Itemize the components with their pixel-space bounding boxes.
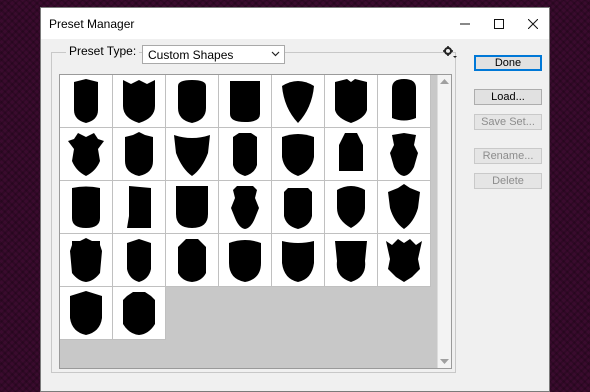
shield-shape-icon bbox=[174, 135, 210, 176]
shield-shape-icon bbox=[233, 133, 257, 176]
preset-group: Preset Type: Custom Shapes bbox=[51, 44, 457, 373]
window-title: Preset Manager bbox=[49, 17, 135, 31]
shield-shape-icon bbox=[178, 239, 206, 282]
gear-icon[interactable] bbox=[443, 45, 457, 59]
maximize-icon bbox=[494, 18, 504, 29]
shape-cell[interactable] bbox=[113, 181, 166, 234]
shield-shape-icon bbox=[282, 81, 314, 123]
shape-cell[interactable] bbox=[113, 287, 166, 340]
maximize-button[interactable] bbox=[482, 8, 516, 39]
shape-cell[interactable] bbox=[272, 234, 325, 287]
shield-shape-icon bbox=[70, 291, 102, 335]
shield-shape-icon bbox=[230, 81, 260, 122]
shield-shape-icon bbox=[231, 186, 259, 229]
shape-cell[interactable] bbox=[60, 181, 113, 234]
title-bar: Preset Manager bbox=[41, 8, 549, 39]
shield-shape-icon bbox=[127, 239, 151, 282]
preset-type-select[interactable]: Custom Shapes bbox=[142, 45, 285, 64]
shape-cell[interactable] bbox=[60, 75, 113, 128]
shield-shape-icon bbox=[123, 292, 155, 335]
shield-shape-icon bbox=[335, 241, 367, 282]
shield-shape-icon bbox=[282, 241, 314, 282]
minimize-button[interactable] bbox=[448, 8, 482, 39]
shape-cell[interactable] bbox=[272, 128, 325, 181]
shape-cell[interactable] bbox=[219, 75, 272, 128]
shape-cell[interactable] bbox=[60, 234, 113, 287]
shape-cell[interactable] bbox=[113, 75, 166, 128]
shield-shape-icon bbox=[72, 186, 100, 228]
shape-cell[interactable] bbox=[60, 287, 113, 340]
rename-button[interactable]: Rename... bbox=[474, 148, 542, 164]
shield-shape-icon bbox=[176, 186, 208, 228]
preset-type-label: Preset Type: bbox=[66, 44, 140, 58]
shield-shape-icon bbox=[284, 188, 312, 229]
shield-shape-icon bbox=[282, 134, 314, 176]
shape-cell[interactable] bbox=[378, 234, 431, 287]
save-set-button[interactable]: Save Set... bbox=[474, 114, 542, 130]
close-button[interactable] bbox=[516, 8, 550, 39]
shield-shape-icon bbox=[337, 186, 365, 228]
minimize-icon bbox=[460, 23, 470, 24]
shape-cell[interactable] bbox=[113, 234, 166, 287]
chevron-down-icon bbox=[271, 51, 280, 57]
shape-grid bbox=[59, 74, 452, 369]
shape-cell[interactable] bbox=[272, 75, 325, 128]
shield-shape-icon bbox=[229, 240, 261, 282]
shape-cell[interactable] bbox=[325, 75, 378, 128]
shape-cell[interactable] bbox=[219, 128, 272, 181]
preset-type-value: Custom Shapes bbox=[148, 48, 234, 62]
shape-cell[interactable] bbox=[325, 181, 378, 234]
shape-cell[interactable] bbox=[378, 75, 431, 128]
close-icon bbox=[528, 18, 538, 29]
load-button[interactable]: Load... bbox=[474, 89, 542, 105]
shield-shape-icon bbox=[70, 238, 102, 282]
shield-shape-icon bbox=[178, 80, 206, 123]
shield-shape-icon bbox=[335, 79, 367, 123]
scroll-up-icon[interactable] bbox=[440, 78, 449, 85]
shape-cell[interactable] bbox=[272, 181, 325, 234]
shield-shape-icon bbox=[127, 186, 151, 228]
shield-shape-icon bbox=[392, 79, 416, 121]
shield-shape-icon bbox=[125, 132, 153, 176]
vertical-scrollbar[interactable] bbox=[437, 75, 451, 368]
shape-cell[interactable] bbox=[325, 128, 378, 181]
shape-cell[interactable] bbox=[60, 128, 113, 181]
shield-shape-icon bbox=[339, 133, 363, 171]
done-button[interactable]: Done bbox=[474, 55, 542, 71]
shape-cell[interactable] bbox=[166, 75, 219, 128]
shield-shape-icon bbox=[74, 79, 98, 123]
shape-cell[interactable] bbox=[219, 234, 272, 287]
delete-button[interactable]: Delete bbox=[474, 173, 542, 189]
shape-cell[interactable] bbox=[166, 234, 219, 287]
shape-cell[interactable] bbox=[378, 128, 431, 181]
shield-shape-icon bbox=[386, 239, 422, 282]
shield-shape-icon bbox=[390, 133, 418, 176]
shield-shape-icon bbox=[123, 80, 155, 123]
preset-manager-dialog: Preset Manager Preset Type: Custom Shape… bbox=[40, 7, 550, 392]
shape-cell[interactable] bbox=[166, 181, 219, 234]
shape-cell[interactable] bbox=[219, 181, 272, 234]
shield-shape-icon bbox=[388, 184, 420, 229]
shape-cell[interactable] bbox=[166, 128, 219, 181]
scroll-down-icon[interactable] bbox=[440, 358, 449, 365]
shield-shape-icon bbox=[68, 133, 104, 176]
shape-cell[interactable] bbox=[113, 128, 166, 181]
shape-cell[interactable] bbox=[378, 181, 431, 234]
shape-cell[interactable] bbox=[325, 234, 378, 287]
